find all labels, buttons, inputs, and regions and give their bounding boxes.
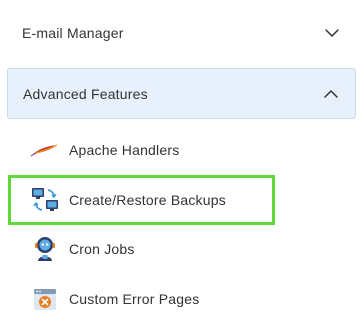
advanced-features-section-header[interactable]: Advanced Features (7, 68, 356, 119)
menu-item-label: Custom Error Pages (69, 291, 200, 307)
chevron-down-icon[interactable] (324, 25, 340, 41)
email-manager-label: E-mail Manager (22, 25, 124, 41)
chevron-up-icon[interactable] (323, 86, 339, 102)
menu-item-create-restore-backups[interactable]: Create/Restore Backups (30, 180, 226, 220)
menu-item-label: Cron Jobs (69, 241, 135, 257)
robot-icon (30, 234, 60, 264)
computers-sync-icon (30, 185, 60, 215)
menu-item-custom-error-pages[interactable]: Custom Error Pages (30, 279, 199, 319)
menu-item-label: Apache Handlers (69, 142, 180, 158)
feather-icon (30, 135, 60, 165)
advanced-features-label: Advanced Features (23, 85, 148, 102)
menu-item-apache-handlers[interactable]: Apache Handlers (30, 130, 179, 170)
menu-item-label: Create/Restore Backups (69, 192, 226, 208)
email-manager-section-header[interactable]: E-mail Manager (7, 12, 356, 54)
error-page-icon (30, 284, 60, 314)
menu-item-cron-jobs[interactable]: Cron Jobs (30, 229, 135, 269)
